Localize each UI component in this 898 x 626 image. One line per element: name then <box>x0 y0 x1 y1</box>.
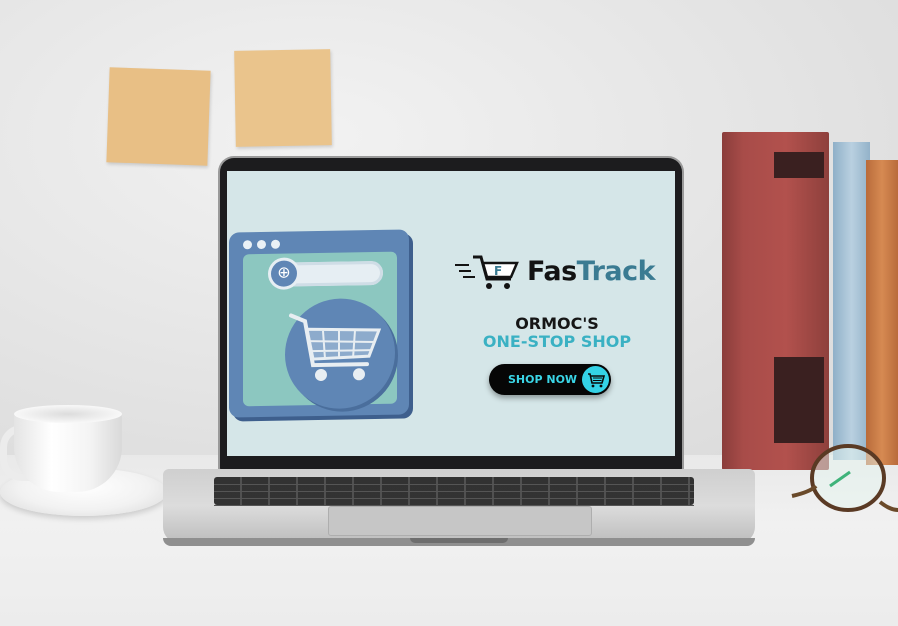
blue-book <box>833 142 870 460</box>
shop-now-label: SHOP NOW <box>508 373 578 386</box>
sticky-note-right <box>234 49 332 147</box>
headline-line1: ORMOC'S <box>515 314 599 333</box>
sticky-note-left <box>106 67 211 166</box>
cup-rim <box>14 405 122 423</box>
shopping-cart-icon <box>289 313 382 381</box>
keyboard-rows <box>214 478 694 506</box>
brand-name-part1: Fas <box>527 256 577 287</box>
window-dot <box>257 239 266 250</box>
globe-icon: ⊕ <box>271 260 297 287</box>
book-spine-band <box>774 152 824 178</box>
red-book <box>722 132 829 470</box>
coffee-cup <box>14 412 122 492</box>
orange-book <box>866 160 898 465</box>
brand-name: FasTrack <box>527 256 656 287</box>
window-dot <box>243 240 252 250</box>
cart-icon <box>582 366 609 393</box>
search-bar-illustration: ⊕ <box>271 260 383 287</box>
laptop-screen: ⊕ F FasTrack ORMOC'S ONE-STOP SHOP SHOP … <box>227 171 675 456</box>
laptop-trackpad <box>328 506 592 536</box>
window-dot <box>271 239 280 249</box>
eyeglasses-icon <box>791 444 898 512</box>
laptop-notch <box>410 538 508 543</box>
shopping-cart-logo-icon: F <box>455 255 519 289</box>
headline-line2: ONE-STOP SHOP <box>482 332 632 351</box>
brand-name-part2: Track <box>576 256 656 287</box>
shop-now-button[interactable]: SHOP NOW <box>489 364 611 395</box>
browser-window-illustration: ⊕ <box>229 229 409 418</box>
svg-text:F: F <box>494 264 502 278</box>
book-spine-band <box>774 357 824 443</box>
brand-logo: F FasTrack <box>453 251 656 291</box>
